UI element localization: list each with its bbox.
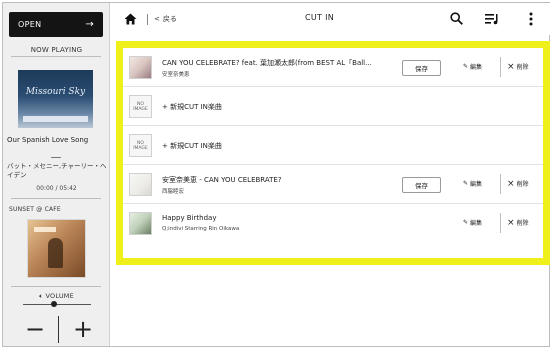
- now-playing-cover[interactable]: Missouri Sky: [18, 70, 93, 128]
- pencil-icon: ✎: [463, 180, 469, 187]
- track-title: CAN YOU CELEBRATE? feat. 葉加瀬太郎(from BEST…: [162, 59, 372, 67]
- no-image-thumbnail: NO IMAGE: [129, 134, 152, 157]
- volume-icon: 🔈︎: [39, 292, 44, 300]
- edit-label: 編集: [470, 220, 483, 227]
- back-chevron-icon: <: [154, 15, 160, 23]
- divider: [500, 57, 501, 77]
- pencil-icon: ✎: [463, 219, 469, 226]
- cover-tag: [34, 227, 56, 232]
- divider: [147, 14, 148, 25]
- divider: [500, 213, 501, 233]
- back-button[interactable]: < 戻る: [154, 14, 177, 24]
- track-thumbnail: [129, 173, 152, 196]
- edit-label: 編集: [470, 181, 483, 188]
- volume-down-button[interactable]: −: [25, 317, 45, 341]
- divider: [11, 286, 101, 287]
- track-title: Happy Birthday: [162, 214, 217, 222]
- list-item[interactable]: CAN YOU CELEBRATE? feat. 葉加瀬太郎(from BEST…: [123, 48, 543, 87]
- delete-button[interactable]: × 削除: [507, 62, 529, 71]
- open-button[interactable]: OPEN →: [9, 12, 103, 37]
- playback-time: 00:00 / 05:42: [36, 185, 77, 192]
- arrow-right-icon: →: [85, 19, 94, 30]
- playlist-cover[interactable]: [28, 220, 85, 277]
- delete-label: 削除: [516, 64, 529, 71]
- page-title: CUT IN: [305, 13, 335, 22]
- divider: [11, 198, 101, 199]
- more-vert-icon[interactable]: [529, 12, 533, 26]
- divider: [500, 174, 501, 194]
- track-thumbnail: [129, 56, 152, 79]
- now-playing-label: NOW PLAYING: [30, 46, 83, 54]
- edit-button[interactable]: ✎ 編集: [463, 62, 482, 71]
- open-label: OPEN: [18, 20, 42, 29]
- pencil-icon: ✎: [463, 63, 469, 70]
- back-label: 戻る: [162, 15, 177, 23]
- divider: [58, 316, 59, 343]
- home-icon[interactable]: [124, 13, 137, 25]
- list-item[interactable]: 安室奈美恵 - CAN YOU CELEBRATE? 西脇睦宏 保存 ✎ 編集 …: [123, 165, 543, 204]
- edit-button[interactable]: ✎ 編集: [463, 179, 482, 188]
- save-button[interactable]: 保存: [402, 60, 441, 76]
- top-bar: < 戻る CUT IN: [110, 3, 550, 35]
- add-cut-in-button[interactable]: + 新規CUT IN楽曲: [162, 102, 222, 112]
- divider: [51, 157, 61, 158]
- add-cut-in-button[interactable]: + 新規CUT IN楽曲: [162, 141, 222, 151]
- close-icon: ×: [507, 217, 515, 228]
- save-button[interactable]: 保存: [402, 177, 441, 193]
- list-item[interactable]: NO IMAGE + 新規CUT IN楽曲: [123, 87, 543, 126]
- cover-figure: [48, 238, 63, 268]
- volume-label-row: 🔈︎ VOLUME: [3, 292, 110, 301]
- volume-label: VOLUME: [45, 292, 74, 300]
- close-icon: ×: [507, 61, 515, 72]
- list-item[interactable]: NO IMAGE + 新規CUT IN楽曲: [123, 126, 543, 165]
- delete-button[interactable]: × 削除: [507, 218, 529, 227]
- no-image-thumbnail: NO IMAGE: [129, 95, 152, 118]
- track-thumbnail: [129, 212, 152, 235]
- edit-button[interactable]: ✎ 編集: [463, 218, 482, 227]
- search-icon[interactable]: [450, 12, 463, 25]
- track-artist: 安室奈美恵: [162, 72, 190, 78]
- queue-icon[interactable]: [485, 13, 499, 25]
- playlist-name: SUNSET @ CAFE: [9, 206, 61, 213]
- delete-button[interactable]: × 削除: [507, 179, 529, 188]
- track-artist: 西脇睦宏: [162, 189, 185, 195]
- player-sidebar: OPEN → NOW PLAYING Missouri Sky Our Span…: [3, 3, 110, 346]
- volume-up-button[interactable]: +: [73, 317, 93, 341]
- now-playing-title: Our Spanish Love Song: [7, 136, 89, 144]
- delete-label: 削除: [516, 220, 529, 227]
- track-title: 安室奈美恵 - CAN YOU CELEBRATE?: [162, 176, 282, 184]
- volume-slider[interactable]: [23, 304, 91, 305]
- list-item[interactable]: Happy Birthday Q;indivi Starring Rin Oik…: [123, 204, 543, 243]
- now-playing-artist: バット・メセニー,チャーリー・ヘイデン: [7, 162, 107, 179]
- close-icon: ×: [507, 178, 515, 189]
- edit-label: 編集: [470, 64, 483, 71]
- cover-title: Missouri Sky: [25, 87, 86, 97]
- volume-slider-knob[interactable]: [50, 301, 57, 307]
- cover-band: [23, 116, 88, 122]
- divider: [11, 56, 101, 57]
- track-artist: Q;indivi Starring Rin Oikawa: [162, 226, 240, 232]
- delete-label: 削除: [516, 181, 529, 188]
